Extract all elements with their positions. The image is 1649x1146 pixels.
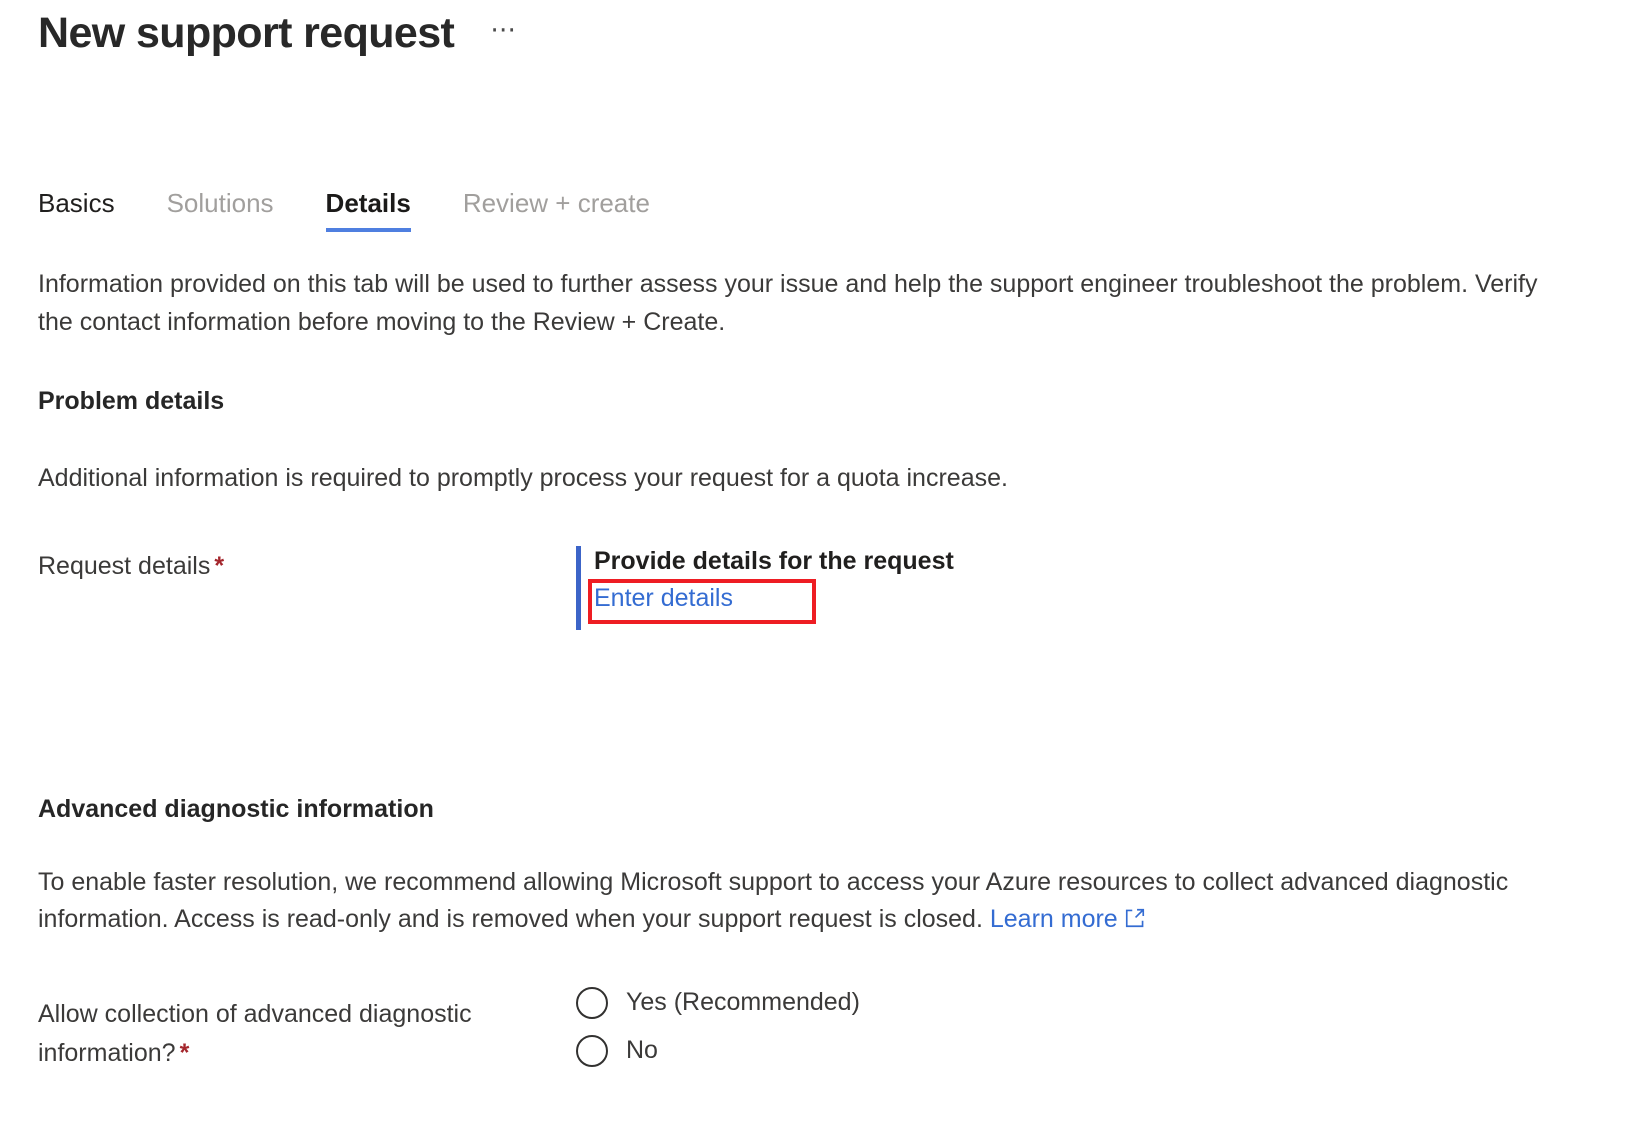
radio-option-no[interactable]: No [576, 1034, 860, 1067]
provide-details-heading: Provide details for the request [594, 547, 954, 576]
radio-circle-icon[interactable] [576, 986, 608, 1019]
radio-option-no-label: No [626, 1036, 658, 1065]
request-details-label-text: Request details [38, 552, 211, 581]
diagnostic-consent-label: Allow collection of advanced diagnostic … [38, 987, 576, 1073]
diagnostic-consent-radio-group: Yes (Recommended) No [576, 986, 860, 1083]
radio-circle-icon[interactable] [576, 1034, 608, 1067]
new-support-request-page: New support request ⋯ Basics Solutions D… [0, 0, 1649, 1146]
radio-option-yes[interactable]: Yes (Recommended) [576, 986, 860, 1019]
tab-solutions[interactable]: Solutions [167, 190, 274, 232]
request-details-label: Request details * [38, 544, 576, 586]
accent-bar [576, 546, 581, 631]
tab-details[interactable]: Details [325, 190, 412, 232]
advanced-diagnostic-description: To enable faster resolution, we recommen… [38, 864, 1568, 939]
problem-details-heading: Problem details [38, 387, 225, 415]
request-details-row: Request details * Provide details for the… [38, 544, 1611, 631]
diagnostic-consent-label-text: Allow collection of advanced diagnostic … [38, 999, 472, 1067]
advanced-diagnostic-heading: Advanced diagnostic information [38, 795, 434, 824]
tab-basics[interactable]: Basics [38, 190, 115, 232]
required-asterisk: * [214, 552, 225, 581]
external-link-icon[interactable] [1124, 903, 1146, 939]
advanced-diagnostic-description-text: To enable faster resolution, we recommen… [38, 868, 1509, 933]
problem-details-description: Additional information is required to pr… [38, 464, 1008, 492]
more-options-icon[interactable]: ⋯ [482, 12, 525, 54]
title-row: New support request ⋯ [38, 0, 1611, 64]
request-details-control: Provide details for the request Enter de… [576, 544, 954, 631]
enter-details-link[interactable]: Enter details [594, 584, 733, 612]
required-asterisk: * [179, 1038, 190, 1067]
learn-more-link[interactable]: Learn more [990, 905, 1118, 933]
wizard-tabs: Basics Solutions Details Review + create [38, 176, 1611, 232]
page-title: New support request [38, 8, 455, 57]
radio-option-yes-label: Yes (Recommended) [626, 988, 860, 1017]
diagnostic-consent-row: Allow collection of advanced diagnostic … [38, 986, 1611, 1083]
tab-description: Information provided on this tab will be… [38, 270, 1538, 336]
enter-details-wrapper: Enter details [588, 579, 816, 625]
tab-review-create[interactable]: Review + create [463, 190, 650, 232]
